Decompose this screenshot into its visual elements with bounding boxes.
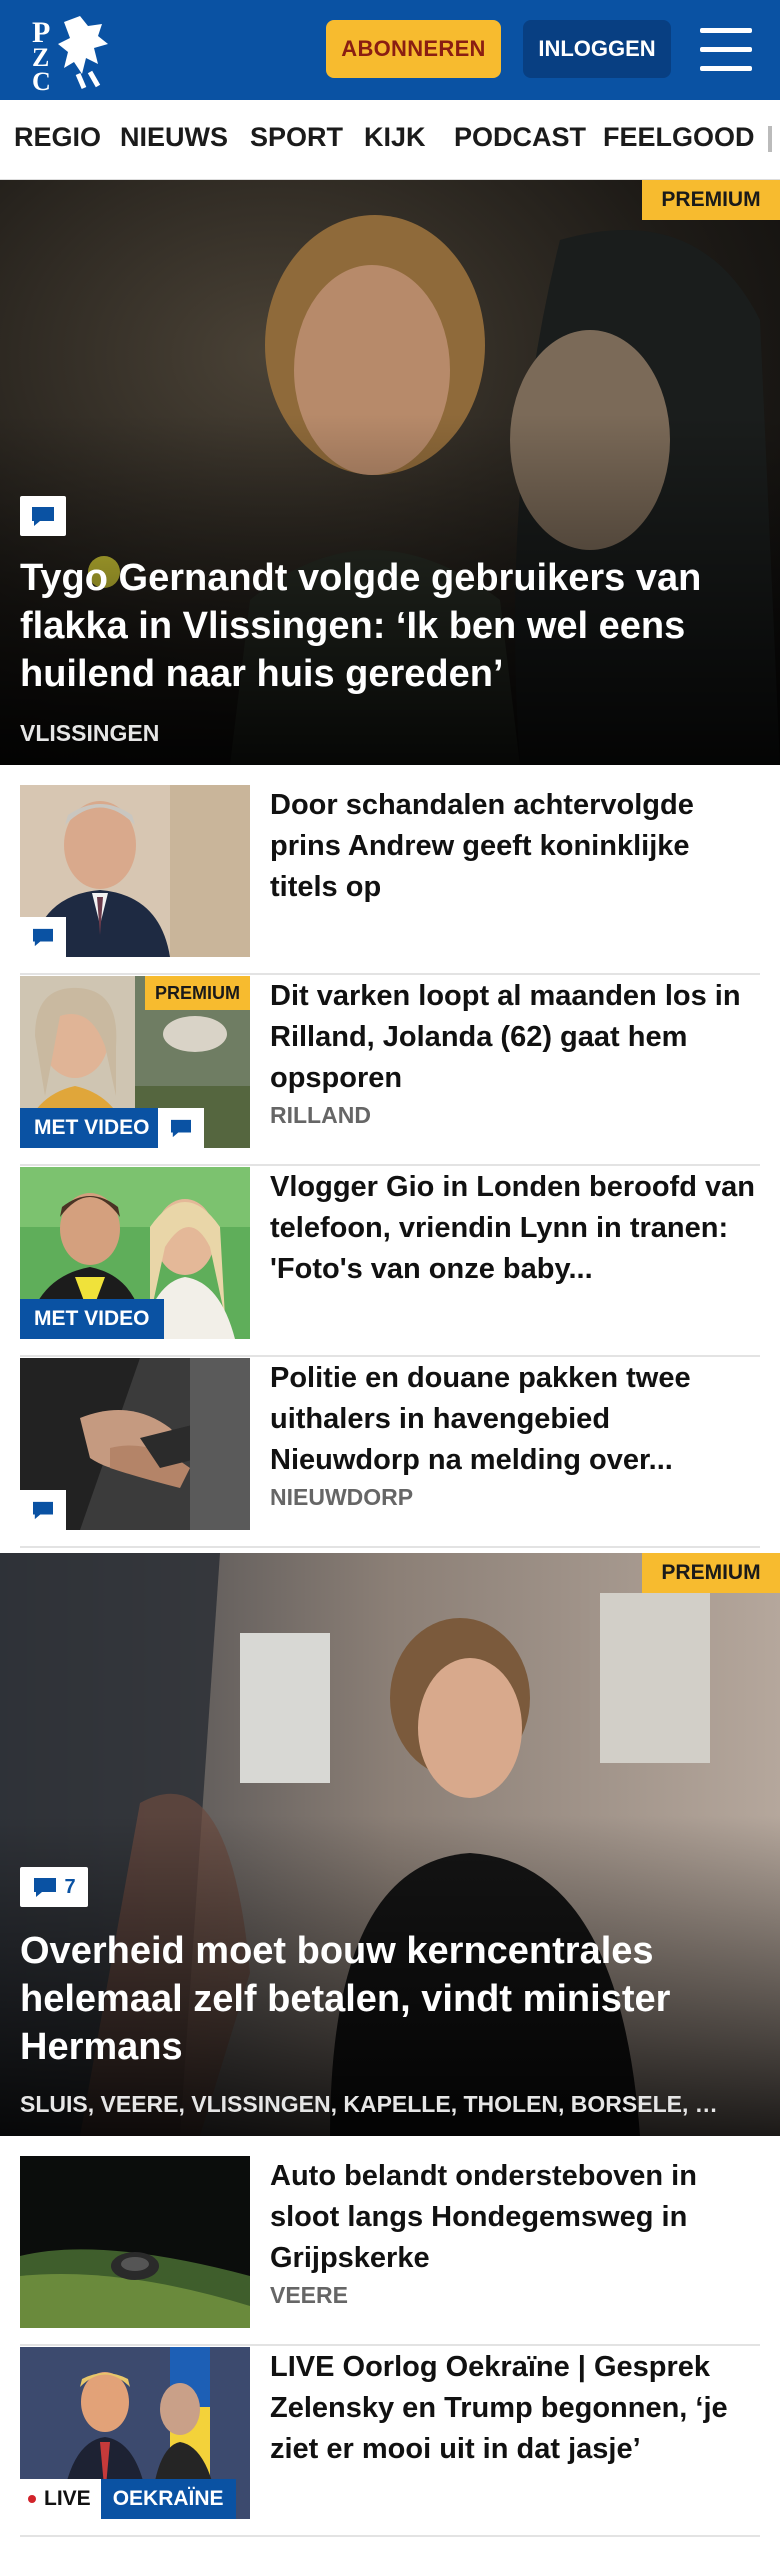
nav-item-regio[interactable]: REGIO bbox=[14, 122, 101, 153]
comment-icon bbox=[34, 1878, 57, 1897]
article-thumbnail: MET VIDEO bbox=[20, 1167, 250, 1339]
article-title[interactable]: Vlogger Gio in Londen beroofd van telefo… bbox=[270, 1167, 760, 1290]
video-badge: MET VIDEO bbox=[20, 1299, 164, 1339]
nav-item-kijk[interactable]: KIJK bbox=[364, 122, 426, 153]
comment-icon[interactable] bbox=[158, 1108, 204, 1148]
premium-badge: PREMIUM bbox=[145, 976, 250, 1010]
comment-icon[interactable] bbox=[20, 496, 66, 536]
subscribe-button[interactable]: ABONNEREN bbox=[326, 20, 501, 78]
comment-count: 7 bbox=[64, 1875, 76, 1898]
nav-item-feelgood[interactable]: FEELGOOD bbox=[603, 122, 755, 153]
comment-icon[interactable] bbox=[20, 917, 66, 957]
article-thumbnail bbox=[20, 785, 250, 957]
nav-item-sport[interactable]: SPORT bbox=[250, 122, 343, 153]
list-item[interactable]: Politie en douane pakken twee uithalers … bbox=[20, 1358, 760, 1548]
site-header: P Z C ABONNEREN INLOGGEN bbox=[0, 0, 780, 100]
logo-icon[interactable]: P Z C bbox=[28, 12, 118, 96]
article-location: VEERE bbox=[270, 2282, 348, 2308]
login-button[interactable]: INLOGGEN bbox=[523, 20, 671, 78]
premium-badge: PREMIUM bbox=[642, 1553, 780, 1593]
list-item[interactable]: LIVE OEKRAÏNE LIVE Oorlog Oekraïne | Ges… bbox=[20, 2347, 760, 2537]
menu-icon[interactable] bbox=[700, 28, 752, 72]
live-dot-icon bbox=[28, 2495, 36, 2503]
article-location: RILLAND bbox=[270, 1102, 371, 1128]
nav-overflow-indicator bbox=[768, 126, 772, 152]
article-title[interactable]: Door schandalen achtervolgde prins Andre… bbox=[270, 785, 760, 908]
hero-article[interactable]: PREMIUM 7 Overheid moet bouw kerncentral… bbox=[0, 1553, 780, 2136]
article-title[interactable]: LIVE Oorlog Oekraïne | Gesprek Zelensky … bbox=[270, 2347, 760, 2470]
article-title[interactable]: Politie en douane pakken twee uithalers … bbox=[270, 1358, 760, 1481]
topic-label: OEKRAÏNE bbox=[100, 2479, 236, 2519]
list-item[interactable]: Auto belandt ondersteboven in sloot lang… bbox=[20, 2156, 760, 2346]
hero-location: SLUIS, VEERE, VLISSINGEN, KAPELLE, THOLE… bbox=[20, 2091, 718, 2117]
article-title[interactable]: Auto belandt ondersteboven in sloot lang… bbox=[270, 2156, 760, 2279]
article-thumbnail bbox=[20, 1358, 250, 1530]
list-item[interactable]: Door schandalen achtervolgde prins Andre… bbox=[20, 785, 760, 975]
video-badge: MET VIDEO bbox=[20, 1108, 164, 1148]
hero-article[interactable]: PREMIUM Tygo Gernandt volgde gebruikers … bbox=[0, 180, 780, 765]
premium-badge: PREMIUM bbox=[642, 180, 780, 220]
list-item[interactable]: MET VIDEO Vlogger Gio in Londen beroofd … bbox=[20, 1167, 760, 1357]
article-thumbnail: LIVE OEKRAÏNE bbox=[20, 2347, 250, 2519]
hero-title[interactable]: Tygo Gernandt volgde gebruikers van flak… bbox=[20, 554, 750, 698]
nav-item-podcast[interactable]: PODCAST bbox=[454, 122, 586, 153]
article-thumbnail: PREMIUM MET VIDEO bbox=[20, 976, 250, 1148]
hero-location: VLISSINGEN bbox=[20, 720, 160, 746]
hero-title[interactable]: Overheid moet bouw kerncentrales helemaa… bbox=[20, 1927, 750, 2071]
section-nav: REGIO NIEUWS SPORT KIJK PODCAST FEELGOOD bbox=[0, 100, 780, 180]
article-location: NIEUWDORP bbox=[270, 1484, 414, 1510]
article-thumbnail bbox=[20, 2156, 250, 2328]
live-text: LIVE bbox=[44, 2487, 91, 2510]
comment-icon[interactable] bbox=[20, 1490, 66, 1530]
list-item[interactable]: PREMIUM MET VIDEO Dit varken loopt al ma… bbox=[20, 976, 760, 1166]
article-title[interactable]: Dit varken loopt al maanden los in Rilla… bbox=[270, 976, 760, 1099]
svg-text:C: C bbox=[32, 67, 51, 92]
live-label: LIVE bbox=[20, 2479, 101, 2519]
nav-item-nieuws[interactable]: NIEUWS bbox=[120, 122, 228, 153]
live-badge: LIVE OEKRAÏNE bbox=[20, 2479, 236, 2519]
comment-count-badge[interactable]: 7 bbox=[20, 1867, 88, 1907]
